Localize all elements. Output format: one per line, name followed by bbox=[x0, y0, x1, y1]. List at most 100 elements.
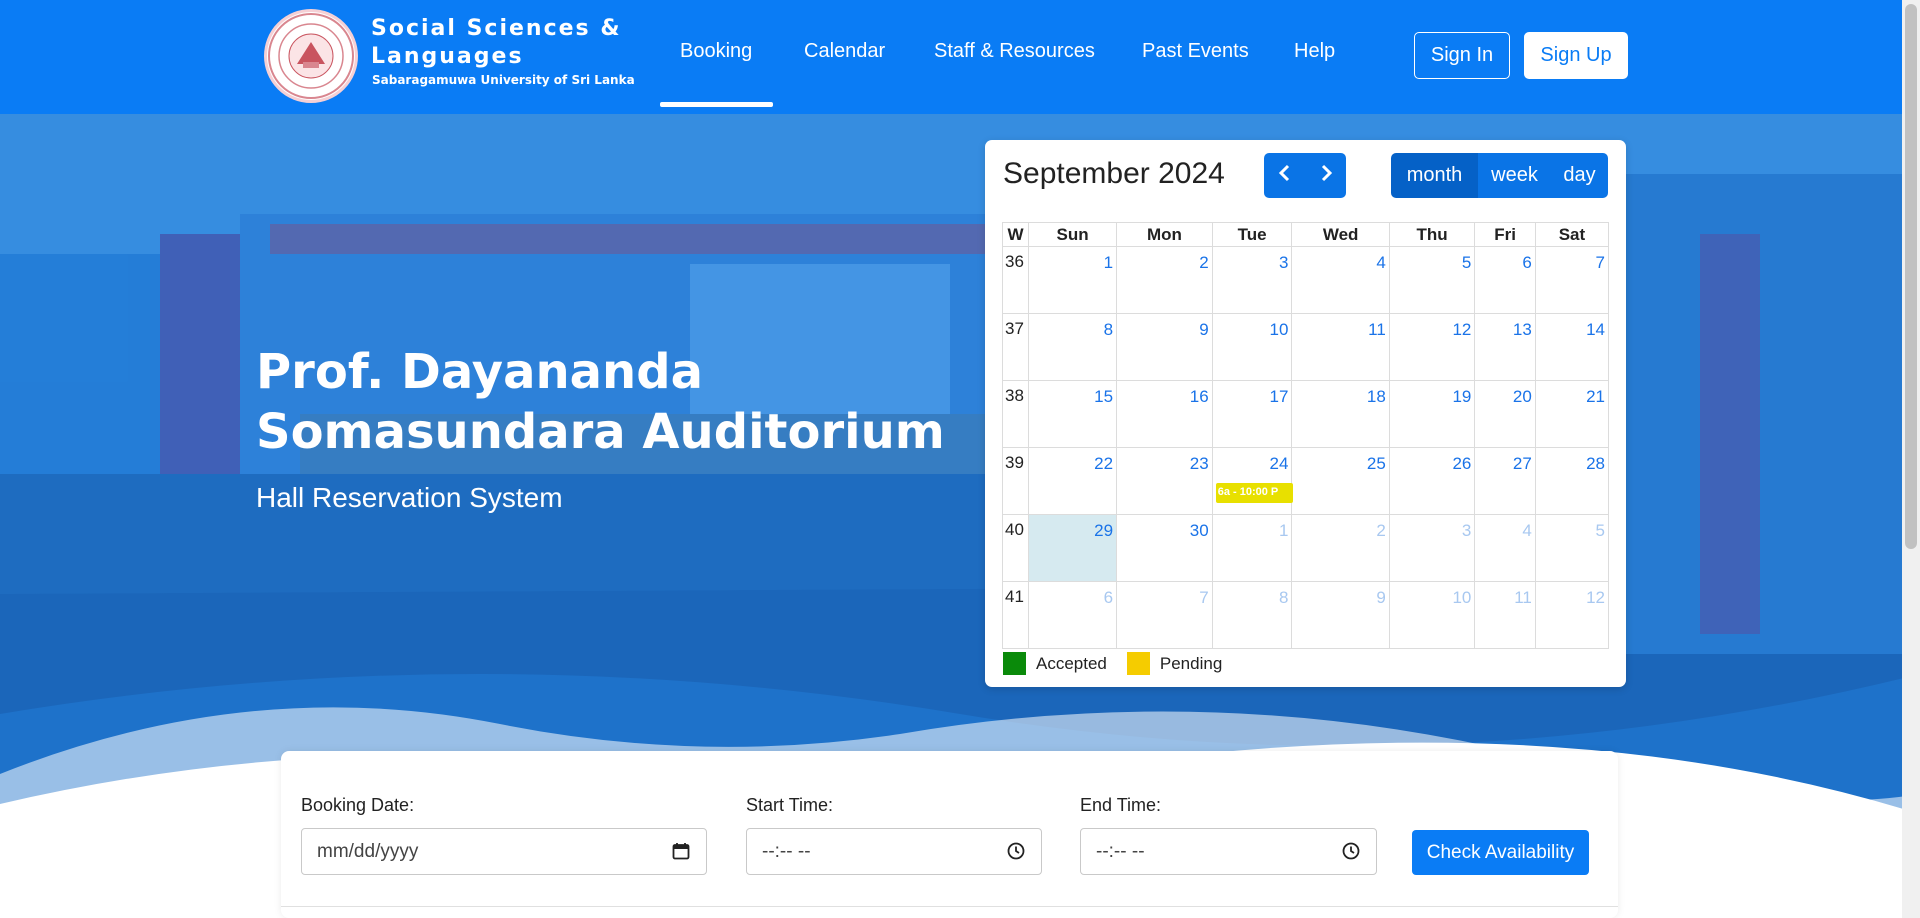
calendar-day-cell[interactable]: 5 bbox=[1534, 514, 1610, 582]
calendar-day-cell[interactable]: 6 bbox=[1027, 581, 1118, 649]
day-number[interactable]: 22 bbox=[1094, 454, 1113, 474]
check-availability-button[interactable]: Check Availability bbox=[1412, 830, 1589, 875]
calendar-day-cell[interactable]: 22 bbox=[1027, 447, 1118, 515]
day-number[interactable]: 9 bbox=[1376, 588, 1385, 608]
day-number[interactable]: 6 bbox=[1522, 253, 1531, 273]
nav-booking[interactable]: Booking bbox=[680, 40, 752, 63]
day-number[interactable]: 18 bbox=[1367, 387, 1386, 407]
calendar-day-cell[interactable]: 20 bbox=[1474, 380, 1536, 448]
day-number[interactable]: 26 bbox=[1452, 454, 1471, 474]
calendar-day-cell[interactable]: 30 bbox=[1116, 514, 1213, 582]
calendar-day-cell[interactable]: 18 bbox=[1291, 380, 1390, 448]
day-number[interactable]: 24 bbox=[1270, 454, 1289, 474]
day-number[interactable]: 10 bbox=[1270, 320, 1289, 340]
calendar-day-cell[interactable]: 14 bbox=[1534, 313, 1610, 381]
day-number[interactable]: 19 bbox=[1452, 387, 1471, 407]
day-number[interactable]: 17 bbox=[1270, 387, 1289, 407]
nav-staff-resources[interactable]: Staff & Resources bbox=[934, 40, 1095, 63]
day-number[interactable]: 2 bbox=[1199, 253, 1208, 273]
day-number[interactable]: 2 bbox=[1376, 521, 1385, 541]
calendar-day-cell[interactable]: 15 bbox=[1027, 380, 1118, 448]
day-number[interactable]: 6 bbox=[1104, 588, 1113, 608]
calendar-day-cell[interactable]: 17 bbox=[1211, 380, 1293, 448]
calendar-day-cell[interactable]: 25 bbox=[1291, 447, 1390, 515]
calendar-day-cell[interactable]: 29 bbox=[1027, 514, 1118, 582]
calendar-day-cell[interactable]: 7 bbox=[1534, 246, 1610, 314]
day-number[interactable]: 9 bbox=[1199, 320, 1208, 340]
day-number[interactable]: 16 bbox=[1190, 387, 1209, 407]
sign-up-button[interactable]: Sign Up bbox=[1524, 32, 1628, 79]
day-number[interactable]: 1 bbox=[1104, 253, 1113, 273]
day-number[interactable]: 7 bbox=[1199, 588, 1208, 608]
day-number[interactable]: 25 bbox=[1367, 454, 1386, 474]
view-month-button[interactable]: month bbox=[1391, 153, 1478, 198]
calendar-day-cell[interactable]: 9 bbox=[1116, 313, 1213, 381]
page-scrollbar[interactable] bbox=[1902, 0, 1920, 918]
nav-calendar[interactable]: Calendar bbox=[804, 40, 885, 63]
scrollbar-thumb[interactable] bbox=[1905, 4, 1917, 549]
day-number[interactable]: 11 bbox=[1514, 588, 1532, 608]
day-number[interactable]: 27 bbox=[1513, 454, 1532, 474]
calendar-day-cell[interactable]: 12 bbox=[1388, 313, 1476, 381]
calendar-prev-button[interactable] bbox=[1264, 153, 1305, 198]
day-number[interactable]: 29 bbox=[1094, 521, 1113, 541]
day-number[interactable]: 20 bbox=[1513, 387, 1532, 407]
calendar-day-cell[interactable]: 23 bbox=[1116, 447, 1213, 515]
day-number[interactable]: 12 bbox=[1452, 320, 1471, 340]
calendar-day-cell[interactable]: 5 bbox=[1388, 246, 1476, 314]
day-number[interactable]: 3 bbox=[1279, 253, 1288, 273]
calendar-day-cell[interactable]: 13 bbox=[1474, 313, 1536, 381]
view-week-button[interactable]: week bbox=[1478, 153, 1551, 198]
view-day-button[interactable]: day bbox=[1551, 153, 1608, 198]
university-logo[interactable] bbox=[264, 9, 358, 103]
nav-help[interactable]: Help bbox=[1294, 40, 1335, 63]
day-number[interactable]: 10 bbox=[1452, 588, 1471, 608]
clock-icon[interactable] bbox=[1007, 842, 1025, 860]
day-number[interactable]: 11 bbox=[1368, 320, 1386, 340]
calendar-day-cell[interactable]: 24 6a - 10:00 P bbox=[1211, 447, 1293, 515]
end-time-input[interactable]: --:-- -- bbox=[1080, 828, 1377, 875]
day-number[interactable]: 8 bbox=[1104, 320, 1113, 340]
sign-in-button[interactable]: Sign In bbox=[1414, 32, 1510, 79]
calendar-icon[interactable] bbox=[672, 842, 690, 860]
calendar-day-cell[interactable]: 1 bbox=[1211, 514, 1293, 582]
calendar-day-cell[interactable]: 11 bbox=[1474, 581, 1536, 649]
day-number[interactable]: 30 bbox=[1190, 521, 1209, 541]
day-number[interactable]: 3 bbox=[1462, 521, 1471, 541]
calendar-day-cell[interactable]: 27 bbox=[1474, 447, 1536, 515]
calendar-day-cell[interactable]: 16 bbox=[1116, 380, 1213, 448]
day-number[interactable]: 21 bbox=[1586, 387, 1605, 407]
calendar-day-cell[interactable]: 21 bbox=[1534, 380, 1610, 448]
day-number[interactable]: 5 bbox=[1462, 253, 1471, 273]
day-number[interactable]: 23 bbox=[1190, 454, 1209, 474]
calendar-next-button[interactable] bbox=[1305, 153, 1346, 198]
calendar-day-cell[interactable]: 7 bbox=[1116, 581, 1213, 649]
day-number[interactable]: 8 bbox=[1279, 588, 1288, 608]
calendar-day-cell[interactable]: 1 bbox=[1027, 246, 1118, 314]
calendar-day-cell[interactable]: 9 bbox=[1291, 581, 1390, 649]
nav-past-events[interactable]: Past Events bbox=[1142, 40, 1249, 63]
day-number[interactable]: 28 bbox=[1586, 454, 1605, 474]
calendar-day-cell[interactable]: 4 bbox=[1474, 514, 1536, 582]
day-number[interactable]: 13 bbox=[1513, 320, 1532, 340]
day-number[interactable]: 4 bbox=[1522, 521, 1531, 541]
booking-date-input[interactable]: mm/dd/yyyy bbox=[301, 828, 707, 875]
calendar-day-cell[interactable]: 2 bbox=[1291, 514, 1390, 582]
calendar-day-cell[interactable]: 2 bbox=[1116, 246, 1213, 314]
calendar-day-cell[interactable]: 26 bbox=[1388, 447, 1476, 515]
day-number[interactable]: 15 bbox=[1094, 387, 1113, 407]
day-number[interactable]: 7 bbox=[1596, 253, 1605, 273]
calendar-day-cell[interactable]: 8 bbox=[1211, 581, 1293, 649]
calendar-day-cell[interactable]: 8 bbox=[1027, 313, 1118, 381]
calendar-day-cell[interactable]: 10 bbox=[1388, 581, 1476, 649]
calendar-day-cell[interactable]: 28 bbox=[1534, 447, 1610, 515]
calendar-day-cell[interactable]: 12 bbox=[1534, 581, 1610, 649]
calendar-day-cell[interactable]: 10 bbox=[1211, 313, 1293, 381]
calendar-day-cell[interactable]: 3 bbox=[1211, 246, 1293, 314]
calendar-day-cell[interactable]: 6 bbox=[1474, 246, 1536, 314]
day-number[interactable]: 1 bbox=[1279, 521, 1288, 541]
day-number[interactable]: 14 bbox=[1586, 320, 1605, 340]
calendar-day-cell[interactable]: 19 bbox=[1388, 380, 1476, 448]
calendar-day-cell[interactable]: 4 bbox=[1291, 246, 1390, 314]
day-number[interactable]: 5 bbox=[1596, 521, 1605, 541]
